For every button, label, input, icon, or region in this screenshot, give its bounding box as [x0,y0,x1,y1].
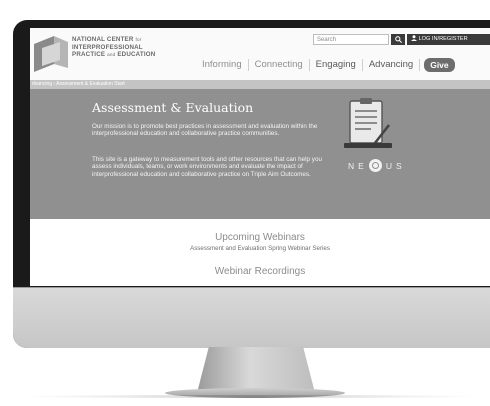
monitor-chin [13,287,490,348]
search-button[interactable] [391,34,405,45]
org-name-line1-small: for [135,37,142,42]
user-icon [411,35,417,41]
hero-banner: Assessment & Evaluation Our mission is t… [30,89,490,219]
site-header: NATIONAL CENTER for INTERPROFESSIONAL PR… [30,28,490,80]
org-name-line3a: PRACTICE [72,51,106,59]
webinar-recordings-heading[interactable]: Webinar Recordings [30,266,490,277]
webinar-series-text[interactable]: Assessment and Evaluation Spring Webinar… [30,245,490,252]
main-nav: Informing Connecting Engaging Advancing … [196,57,455,73]
nexus-logo-left: NE [348,160,368,171]
org-name-line1: NATIONAL CENTER [72,36,134,43]
nav-item-connecting[interactable]: Connecting [249,59,310,71]
login-register-button[interactable]: LOG IN/REGISTER [407,34,490,45]
nexus-logo[interactable]: NE US [348,159,406,172]
search-icon [394,35,402,43]
login-register-label: LOG IN/REGISTER [418,36,468,42]
nav-item-advancing[interactable]: Advancing [363,59,421,71]
mission-text: Our mission is to promote best practices… [92,123,318,138]
org-name[interactable]: NATIONAL CENTER for INTERPROFESSIONAL PR… [72,36,155,59]
breadcrumb[interactable]: dvancing › Assessment & Evaluation Start [30,80,490,89]
content-section: Upcoming Webinars Assessment and Evaluat… [30,219,490,286]
monitor-stand [197,347,315,393]
screen: NATIONAL CENTER for INTERPROFESSIONAL PR… [30,28,490,286]
clipboard-icon [344,98,392,148]
org-name-line3-small: and [107,52,116,58]
nexus-circle-icon [368,159,382,172]
nexus-logo-right: US [385,160,406,171]
logo-icon[interactable] [34,34,68,72]
upcoming-webinars-heading[interactable]: Upcoming Webinars [30,232,490,243]
give-button[interactable]: Give [424,58,455,72]
org-name-line3b: EDUCATION [117,51,156,59]
search-input[interactable]: Search [313,34,389,45]
gateway-text: This site is a gateway to measurement to… [92,156,322,178]
floor-shadow [20,395,480,398]
page-title: Assessment & Evaluation [92,100,254,115]
nav-item-informing[interactable]: Informing [196,59,249,71]
nav-item-engaging[interactable]: Engaging [310,59,363,71]
org-name-line2: INTERPROFESSIONAL [72,43,143,51]
